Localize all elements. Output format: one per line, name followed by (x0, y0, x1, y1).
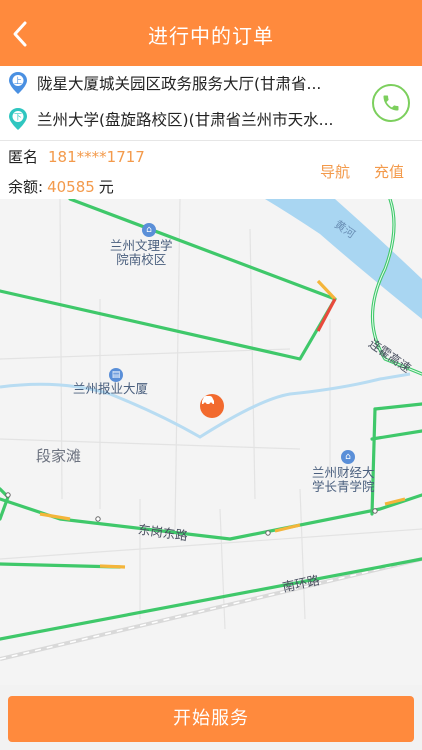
balance-line: 余额: 40585 元 (8, 176, 114, 197)
dropoff-address: 兰州大学(盘旋路校区)(甘肃省兰州市天水... (37, 111, 334, 129)
school-poi-icon: ⌂ (142, 223, 156, 237)
dropoff-row[interactable]: 下 兰州大学(盘旋路校区)(甘肃省兰州市天水... (0, 102, 360, 136)
phone-icon (383, 95, 399, 111)
balance-value: 40585 (47, 178, 95, 196)
pickup-badge: 上 (14, 77, 22, 86)
car-location-icon (200, 394, 224, 418)
recharge-link[interactable]: 充值 (374, 161, 404, 182)
page-title: 进行中的订单 (148, 24, 274, 48)
school-poi-icon-2: ⌂ (341, 450, 355, 464)
call-button[interactable] (372, 84, 410, 122)
bottom-bar: 开始服务 (0, 685, 422, 750)
passenger-name: 匿名 (8, 148, 39, 166)
building-poi-icon: ▤ (109, 368, 123, 382)
navigate-link[interactable]: 导航 (320, 161, 350, 182)
map-label-caijing: 兰州财经大 学长青学院 (312, 465, 375, 494)
passenger-info: 匿名 181****1717 余额: 40585 元 导航 充值 (0, 141, 422, 199)
app-header: 进行中的订单 (0, 0, 422, 66)
passenger-name-line: 匿名 181****1717 (8, 146, 145, 167)
balance-label: 余额: (8, 178, 44, 196)
balance-unit: 元 (98, 178, 114, 196)
map-canvas (0, 199, 422, 661)
dropoff-pin-icon: 下 (9, 108, 27, 130)
map-label-baoye: 兰州报业大厦 (73, 381, 149, 396)
map-label-duanjiatan: 段家滩 (36, 447, 82, 465)
passenger-phone: 181****1717 (48, 148, 145, 166)
pickup-pin-icon: 上 (9, 72, 27, 94)
dropoff-badge: 下 (14, 113, 22, 122)
pickup-row[interactable]: 上 陇星大厦城关园区政务服务大厅(甘肃省... (0, 66, 360, 100)
map-view[interactable]: ⌂ 兰州文理学 院南校区 ▤ 兰州报业大厦 段家滩 ⌂ 兰州财经大 学长青学院 … (0, 199, 422, 685)
map-label-wenli: 兰州文理学 院南校区 (110, 238, 173, 267)
pickup-address: 陇星大厦城关园区政务服务大厅(甘肃省... (37, 75, 322, 93)
start-service-button[interactable]: 开始服务 (8, 696, 414, 742)
address-panel: 上 陇星大厦城关园区政务服务大厅(甘肃省... 下 兰州大学(盘旋路校区)(甘肃… (0, 66, 422, 141)
